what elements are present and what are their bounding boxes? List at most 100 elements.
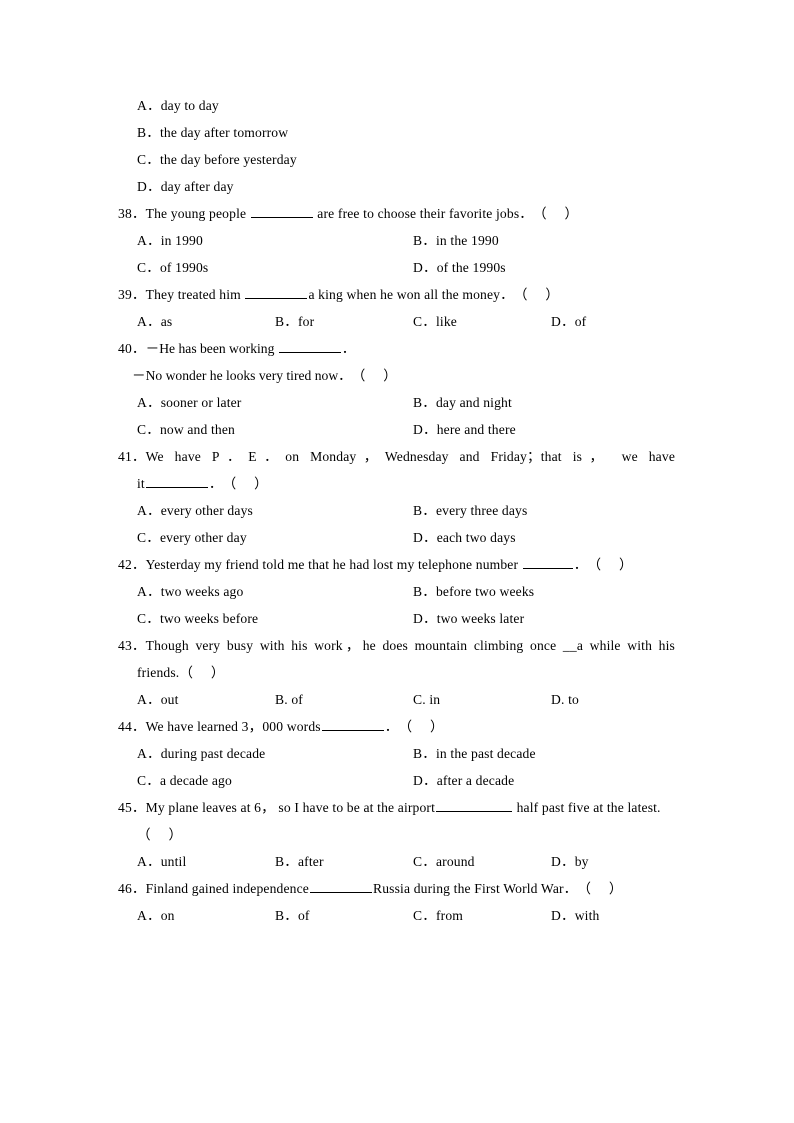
option-row-orphan-d: D．day after day [118, 173, 678, 200]
option-text: in the past decade [435, 746, 536, 761]
option-text: of [297, 908, 310, 923]
option-text: as [160, 314, 173, 329]
option-row-orphan-a: A．day to day [118, 92, 678, 119]
answer-paren[interactable]: （ ） [179, 659, 224, 686]
question-43-option-row-1: A．out B. of C. in D. to [118, 686, 678, 713]
option-text: day after day [160, 179, 234, 194]
question-stem-pre: －He has been working [145, 341, 278, 356]
question-stem-pre: My plane leaves at 6， so I have to be at… [145, 800, 436, 815]
option-label: B. [275, 692, 288, 707]
option-label: B． [275, 908, 298, 923]
option-text: of 1990s [159, 260, 209, 275]
option-c: C．from [413, 902, 551, 929]
question-38-option-row-2: C．of 1990s D．of the 1990s [118, 254, 678, 281]
option-c: C．a decade ago [137, 767, 413, 794]
option-d: D．with [551, 902, 600, 929]
option-text: two weeks ago [160, 584, 244, 599]
question-45-option-row-1: A．until B．after C．around D．by [118, 848, 678, 875]
answer-paren[interactable]: （ ） [587, 551, 632, 578]
answer-paren[interactable]: （ ） [352, 362, 397, 389]
option-b: B．day and night [413, 389, 512, 416]
answer-blank[interactable] [250, 206, 313, 218]
option-c: C. in [413, 686, 551, 713]
answer-blank[interactable] [310, 881, 372, 893]
option-label: B． [137, 125, 160, 140]
question-45-paren-line: （ ） [118, 821, 678, 848]
option-b: B．for [275, 308, 413, 335]
question-stem-line2: friends. [137, 665, 180, 680]
option-label: D． [551, 854, 575, 869]
question-stem-line1: We have P．E．on Monday，Wednesday and Frid… [145, 449, 675, 464]
answer-paren[interactable]: （ ） [577, 875, 622, 902]
option-d: D．of [551, 308, 586, 335]
question-number: 39． [118, 287, 146, 302]
option-text: the day after tomorrow [159, 125, 289, 140]
option-label: C. [413, 692, 426, 707]
option-label: D． [413, 260, 437, 275]
option-text: like [435, 314, 457, 329]
question-38-stem: 38．The young people are free to choose t… [118, 200, 678, 227]
option-b: B．before two weeks [413, 578, 534, 605]
question-42-option-row-1: A．two weeks ago B．before two weeks [118, 578, 678, 605]
answer-blank[interactable] [245, 287, 308, 299]
option-label: A． [137, 503, 161, 518]
option-text: for [297, 314, 315, 329]
option-text: every other day [159, 530, 247, 545]
option-label: A． [137, 314, 161, 329]
answer-blank[interactable] [321, 719, 384, 731]
option-text: to [568, 692, 579, 707]
option-d: D．each two days [413, 524, 516, 551]
answer-paren[interactable]: （ ） [137, 821, 182, 848]
answer-blank[interactable] [436, 800, 513, 812]
option-label: B． [413, 395, 436, 410]
answer-paren[interactable]: （ ） [514, 281, 559, 308]
option-text: every three days [435, 503, 528, 518]
option-text: of the 1990s [436, 260, 506, 275]
option-text: by [574, 854, 589, 869]
option-d: D．of the 1990s [413, 254, 506, 281]
question-46-option-row-1: A．on B．of C．from D．with [118, 902, 678, 929]
answer-blank[interactable] [522, 557, 573, 569]
question-stem-post: a king when he won all the money． [308, 287, 514, 302]
option-label: C． [137, 611, 160, 626]
option-d: D．after a decade [413, 767, 514, 794]
option-text: around [435, 854, 475, 869]
option-d: D．here and there [413, 416, 516, 443]
option-text: day and night [435, 395, 512, 410]
option-a: A．until [137, 848, 275, 875]
answer-paren[interactable]: （ ） [533, 200, 578, 227]
option-label: D． [413, 530, 437, 545]
option-text: before two weeks [435, 584, 535, 599]
question-42-option-row-2: C．two weeks before D．two weeks later [118, 605, 678, 632]
option-b: B．after [275, 848, 413, 875]
option-label: A． [137, 98, 161, 113]
option-label: C． [137, 422, 160, 437]
question-stem-post: ． [573, 557, 588, 572]
question-45-stem: 45．My plane leaves at 6， so I have to be… [118, 794, 678, 821]
question-number: 38． [118, 206, 146, 221]
option-text: day to day [160, 98, 219, 113]
question-stem-post: ． [384, 719, 399, 734]
question-stem-pre: We have learned 3，000 words [145, 719, 321, 734]
option-c: C．of 1990s [137, 254, 413, 281]
option-text: out [160, 692, 179, 707]
option-label: D． [551, 908, 575, 923]
answer-blank[interactable] [145, 476, 208, 488]
question-number: 45． [118, 800, 146, 815]
answer-paren[interactable]: （ ） [398, 713, 443, 740]
question-stem-post: are free to choose their favorite jobs． [313, 206, 534, 221]
option-label: B． [275, 854, 298, 869]
answer-blank[interactable] [278, 341, 341, 353]
option-text: with [574, 908, 600, 923]
question-number: 41． [118, 449, 146, 464]
option-text: during past decade [160, 746, 266, 761]
question-number: 46． [118, 881, 146, 896]
option-label: D． [137, 179, 161, 194]
question-41-stem-line-2: it ．（ ） [118, 470, 678, 497]
question-44-stem: 44．We have learned 3，000 words ．（ ） [118, 713, 678, 740]
question-40-option-row-1: A．sooner or later B．day and night [118, 389, 678, 416]
answer-paren[interactable]: （ ） [223, 470, 268, 497]
option-label: C． [137, 773, 160, 788]
question-stem-pre: Yesterday my friend told me that he had … [145, 557, 522, 572]
question-40-stem-line-1: 40．－He has been working ． [118, 335, 678, 362]
